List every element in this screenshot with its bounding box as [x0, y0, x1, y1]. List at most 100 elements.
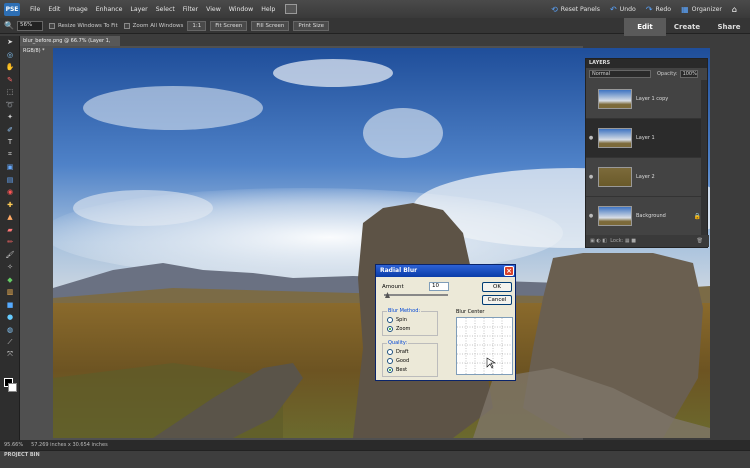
tab-share[interactable]: Share: [708, 18, 750, 36]
spin-radio[interactable]: Spin: [387, 315, 437, 324]
organizer-button[interactable]: ▦ Organizer: [681, 5, 722, 14]
magic-wand-icon[interactable]: ✦: [0, 111, 20, 124]
sponge-tool-icon[interactable]: ◍: [0, 324, 20, 337]
cancel-button[interactable]: Cancel: [482, 295, 512, 305]
undo-button[interactable]: ↶ Undo: [610, 5, 636, 14]
spin-radio-button[interactable]: [387, 316, 393, 323]
best-radio-button[interactable]: [387, 366, 393, 373]
menu-view[interactable]: View: [202, 6, 225, 13]
good-radio-button[interactable]: [387, 357, 393, 364]
shape-tool-icon[interactable]: ■: [0, 299, 20, 312]
print-size-button[interactable]: Print Size: [293, 20, 330, 31]
draft-radio[interactable]: Draft: [387, 347, 437, 356]
project-bin-label[interactable]: PROJECT BIN: [4, 452, 750, 458]
menu-enhance[interactable]: Enhance: [92, 6, 127, 13]
header-actions: ⟲ Reset Panels ↶ Undo ↷ Redo ▦ Organizer ⌂: [551, 0, 750, 18]
paint-bucket-icon[interactable]: ◆: [0, 274, 20, 287]
eraser-icon[interactable]: ▰: [0, 224, 20, 237]
mask-icon[interactable]: ◧: [602, 238, 607, 244]
lock-all-icon[interactable]: ■: [631, 238, 636, 244]
organizer-label: Organizer: [691, 5, 722, 13]
straighten-tool-icon[interactable]: ⟋: [0, 336, 20, 349]
menu-select[interactable]: Select: [152, 6, 179, 13]
best-label: Best: [396, 366, 408, 373]
background-color-swatch[interactable]: [8, 383, 17, 392]
lock-transparency-icon[interactable]: ▦: [625, 238, 630, 244]
best-radio[interactable]: Best: [387, 365, 437, 374]
eyedropper-icon[interactable]: ✎: [0, 74, 20, 87]
blur-tool-icon[interactable]: ●: [0, 311, 20, 324]
recompose-tool-icon[interactable]: ▣: [0, 161, 20, 174]
spot-healing-icon[interactable]: ✚: [0, 199, 20, 212]
menu-edit[interactable]: Edit: [44, 6, 64, 13]
amount-input[interactable]: 10: [429, 282, 449, 291]
smart-brush-icon[interactable]: ✧: [0, 261, 20, 274]
home-button[interactable]: ⌂: [732, 5, 740, 14]
toolbox: ➤ ◎ ✋ ✎ ⬚ ➰ ✦ ✐ T ⌗ ▣ ▤ ◉ ✚ ▲ ▰ ✏ 🖌 ✧ ◆ …: [0, 36, 20, 440]
menu-file[interactable]: File: [26, 6, 44, 13]
status-zoom[interactable]: 95.66%: [4, 442, 23, 448]
eye-icon[interactable]: ●: [586, 135, 596, 141]
layer-name: Layer 1: [636, 135, 655, 141]
menu-filter[interactable]: Filter: [179, 6, 202, 13]
good-radio[interactable]: Good: [387, 356, 437, 365]
resize-windows-checkbox[interactable]: [48, 22, 55, 29]
eye-icon[interactable]: ●: [586, 213, 596, 219]
opacity-input[interactable]: 100%: [679, 70, 698, 78]
tab-create[interactable]: Create: [666, 18, 708, 36]
blur-center-preview[interactable]: [456, 317, 513, 375]
move-tool-icon[interactable]: ➤: [0, 36, 20, 49]
quick-selection-icon[interactable]: ✐: [0, 124, 20, 137]
adjustment-layer-icon[interactable]: ◐: [596, 238, 600, 244]
gradient-tool-icon[interactable]: ▥: [0, 286, 20, 299]
new-layer-icon[interactable]: ▣: [590, 238, 595, 244]
actual-pixels-button[interactable]: 1:1: [187, 20, 207, 31]
marquee-tool-icon[interactable]: ⬚: [0, 86, 20, 99]
tab-edit[interactable]: Edit: [624, 18, 666, 36]
layer-row[interactable]: ● Background 🔒: [586, 197, 707, 236]
zoom-all-checkbox[interactable]: [123, 22, 130, 29]
menu-layer[interactable]: Layer: [126, 6, 151, 13]
menu-image[interactable]: Image: [64, 6, 91, 13]
zoom-radio-button[interactable]: [387, 325, 393, 332]
zoom-tool-icon[interactable]: ◎: [0, 49, 20, 62]
pencil-icon[interactable]: ✏: [0, 236, 20, 249]
clone-stamp-icon[interactable]: ▲: [0, 211, 20, 224]
layers-scrollbar[interactable]: [701, 80, 707, 237]
resize-windows-option[interactable]: Resize Windows To Fit: [48, 22, 118, 29]
eye-icon[interactable]: ●: [586, 174, 596, 180]
zoom-all-option[interactable]: Zoom All Windows: [123, 22, 184, 29]
red-eye-icon[interactable]: ◉: [0, 186, 20, 199]
fit-screen-button[interactable]: Fit Screen: [210, 20, 248, 31]
zoom-select[interactable]: 56%: [16, 20, 43, 31]
fill-screen-button[interactable]: Fill Screen: [251, 20, 290, 31]
layer-row[interactable]: ● Layer 2: [586, 158, 707, 197]
reset-panels-button[interactable]: ⟲ Reset Panels: [551, 5, 600, 14]
lasso-tool-icon[interactable]: ➰: [0, 99, 20, 112]
zoom-all-label: Zoom All Windows: [132, 22, 184, 29]
zoom-radio[interactable]: Zoom: [387, 324, 437, 333]
draft-radio-button[interactable]: [387, 348, 393, 355]
zoom-label: Zoom: [396, 325, 411, 332]
menu-help[interactable]: Help: [257, 6, 279, 13]
hand-tool-icon[interactable]: ✋: [0, 61, 20, 74]
arrange-documents-icon[interactable]: [285, 4, 298, 14]
layer-row[interactable]: Layer 1 copy: [586, 80, 707, 119]
layer-name: Layer 2: [636, 174, 655, 180]
menu-window[interactable]: Window: [225, 6, 257, 13]
trash-icon[interactable]: 🗑: [697, 238, 703, 244]
cookie-cutter-icon[interactable]: ▤: [0, 174, 20, 187]
ok-button[interactable]: OK: [482, 282, 512, 292]
amount-slider[interactable]: [384, 294, 448, 296]
layer-row[interactable]: ● Layer 1: [586, 119, 707, 158]
content-move-icon[interactable]: ⤧: [0, 349, 20, 362]
organizer-icon: ▦: [681, 4, 689, 14]
redo-button[interactable]: ↷ Redo: [646, 5, 671, 14]
brush-tool-icon[interactable]: 🖌: [0, 249, 20, 262]
close-icon[interactable]: ×: [504, 266, 514, 276]
document-tab[interactable]: blur_before.png @ 66.7% (Layer 1, RGB/8)…: [20, 36, 120, 54]
blend-mode-select[interactable]: Normal: [589, 70, 651, 78]
layer-thumbnail: [598, 128, 632, 148]
type-tool-icon[interactable]: T: [0, 136, 20, 149]
crop-tool-icon[interactable]: ⌗: [0, 149, 20, 162]
